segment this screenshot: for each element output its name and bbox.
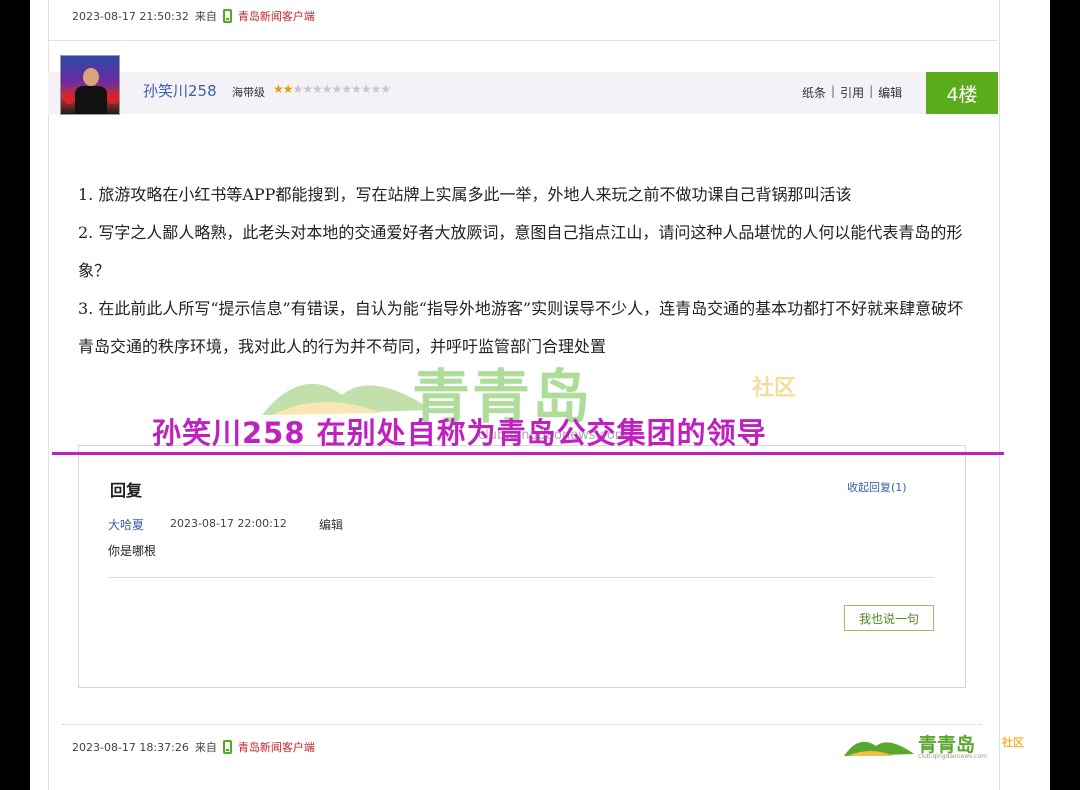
level-stars: ★★★★★★★★★★★★ <box>273 82 391 96</box>
post-timestamp: 2023-08-17 18:37:26 <box>72 740 189 754</box>
avatar-balloon <box>107 92 119 104</box>
avatar-body <box>75 86 107 114</box>
mobile-phone-icon <box>222 740 232 754</box>
avatar-balloon <box>63 92 75 104</box>
post-paragraph: 2. 写字之人鄙人略熟，此老头对本地的交通爱好者大放厥词，意图自己指点江山，请问… <box>78 223 963 280</box>
mountain-logo-icon <box>844 741 914 756</box>
star-empty-icon: ★ <box>321 82 333 96</box>
post-body: 1. 旅游攻略在小红书等APP都能搜到，写在站牌上实属多此一举，外地人来玩之前不… <box>78 176 968 366</box>
star-filled-icon: ★ <box>273 82 284 96</box>
post-timestamp: 2023-08-17 21:50:32 <box>72 9 189 23</box>
star-empty-icon: ★ <box>292 82 304 96</box>
user-level: 海带级 <box>232 86 265 99</box>
add-reply-button[interactable]: 我也说一句 <box>844 605 934 631</box>
overlay-caption: 孙笑川258 在别处自称为青岛公交集团的领导 <box>152 416 767 450</box>
watermark-sub: 社区 <box>752 376 797 401</box>
reply-timestamp: 2023-08-17 22:00:12 <box>170 517 287 530</box>
divider <box>48 40 998 41</box>
star-empty-icon: ★ <box>331 82 343 96</box>
star-empty-icon: ★ <box>312 82 323 96</box>
post-paragraph: 1. 旅游攻略在小红书等APP都能搜到，写在站牌上实属多此一举，外地人来玩之前不… <box>78 185 852 204</box>
avatar-face <box>83 68 99 86</box>
from-label: 来自 <box>194 741 217 754</box>
floor-badge: 4楼 <box>926 72 998 114</box>
divider <box>62 724 982 725</box>
star-empty-icon: ★ <box>370 82 382 96</box>
client-link[interactable]: 青岛新闻客户端 <box>238 739 315 755</box>
site-logo: 青青岛 社区 club.qingdaonews.com <box>844 728 1034 762</box>
star-empty-icon: ★ <box>380 82 391 96</box>
note-link[interactable]: 纸条 <box>802 84 826 101</box>
separator: | <box>869 84 874 98</box>
quote-link[interactable]: 引用 <box>840 84 864 101</box>
username-link[interactable]: 孙笑川258 <box>143 80 217 101</box>
collapse-replies-link[interactable]: 收起回复(1) <box>847 479 907 495</box>
client-link[interactable]: 青岛新闻客户端 <box>238 8 315 24</box>
mobile-phone-icon <box>222 9 232 23</box>
from-label: 来自 <box>194 10 217 23</box>
star-empty-icon: ★ <box>341 82 352 96</box>
post-meta: 2023-08-17 18:37:26 来自 青岛新闻客户端 <box>72 739 315 755</box>
previous-post-meta: 2023-08-17 21:50:32 来自 青岛新闻客户端 <box>72 8 315 24</box>
star-empty-icon: ★ <box>360 82 372 96</box>
reply-username[interactable]: 大哈夏 <box>108 516 144 533</box>
star-filled-icon: ★ <box>282 82 294 96</box>
avatar[interactable] <box>60 55 120 115</box>
logo-url: club.qingdaonews.com <box>918 753 987 760</box>
logo-sub: 社区 <box>1002 736 1024 749</box>
star-empty-icon: ★ <box>302 82 313 96</box>
overlay-underline <box>52 452 1004 455</box>
reply-content: 你是哪根 <box>108 544 157 558</box>
reply-edit-link[interactable]: 编辑 <box>319 516 343 533</box>
edit-link[interactable]: 编辑 <box>878 84 902 101</box>
divider <box>108 577 934 578</box>
reply-title: 回复 <box>110 481 143 500</box>
post-actions: 纸条 | 引用 | 编辑 <box>802 84 902 101</box>
separator: | <box>831 84 836 98</box>
reply-box <box>78 445 966 688</box>
star-empty-icon: ★ <box>351 82 362 96</box>
